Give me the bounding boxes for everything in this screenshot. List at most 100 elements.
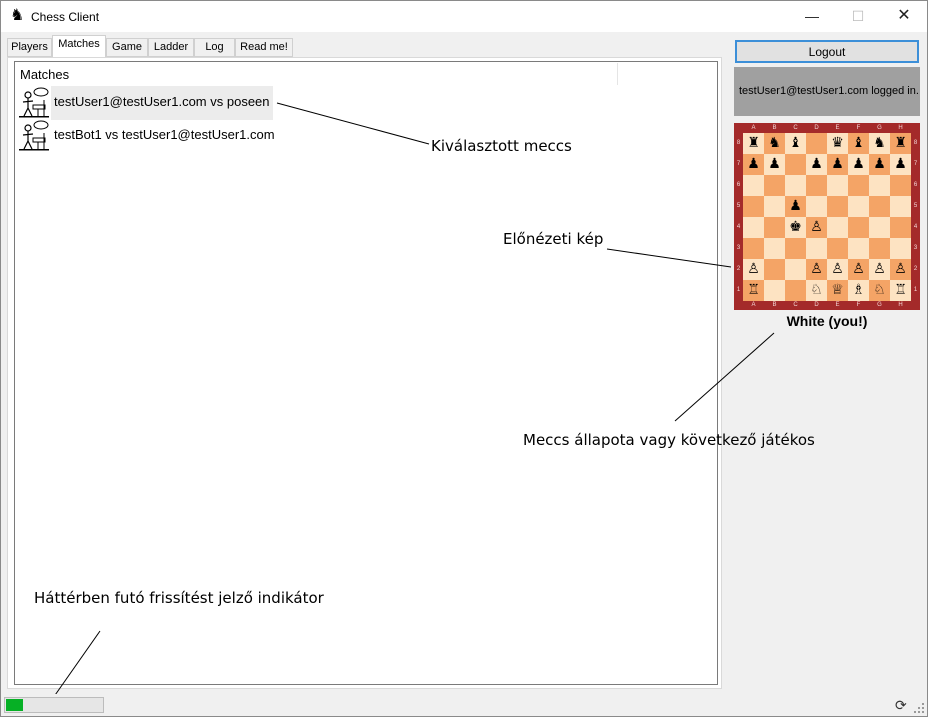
board-square-e8: ♛ [827,133,848,154]
board-square-e4 [827,217,848,238]
rank-label: 7 [736,161,741,167]
board-square-b8: ♞ [764,133,785,154]
rank-label: 2 [913,266,918,272]
tab-players[interactable]: Players [7,38,52,57]
login-status: testUser1@testUser1.com logged in. [734,67,920,116]
board-square-h3 [890,238,911,259]
file-label: C [793,125,798,131]
rank-label: 5 [736,203,741,209]
file-label: B [772,302,777,308]
board-square-g7: ♟ [869,154,890,175]
board-square-g8: ♞ [869,133,890,154]
board-square-e3 [827,238,848,259]
rank-label: 5 [913,203,918,209]
board-square-d2: ♙ [806,259,827,280]
close-button[interactable]: ✕ [881,1,927,32]
rank-label: 4 [736,224,741,230]
minimize-button[interactable]: — [789,1,835,32]
annotation-match-status: Meccs állapota vagy következő játékos [523,431,815,449]
resize-grip-icon[interactable] [913,702,925,714]
match-list-item[interactable]: testBot1 vs testUser1@testUser1.com [18,119,288,153]
board-square-b6 [764,175,785,196]
window-title: Chess Client [31,10,100,24]
board-square-a6 [743,175,764,196]
board-square-h7: ♟ [890,154,911,175]
board-square-b5 [764,196,785,217]
board-square-a7: ♟ [743,154,764,175]
file-label: E [835,302,840,308]
board-square-h5 [890,196,911,217]
refresh-icon[interactable]: ⟳ [895,696,911,714]
file-label: H [898,125,903,131]
file-label: G [877,125,882,131]
tab-matches[interactable]: Matches [52,35,106,57]
board-square-g5 [869,196,890,217]
tab-read-me[interactable]: Read me! [235,38,293,57]
rank-label: 2 [736,266,741,272]
status-bar: ⟳ [1,694,927,716]
board-square-f1: ♗ [848,280,869,301]
board-square-c4: ♚ [785,217,806,238]
board-square-f6 [848,175,869,196]
tab-game[interactable]: Game [106,38,148,57]
board-square-b1 [764,280,785,301]
board-square-c7 [785,154,806,175]
matches-column-header[interactable]: Matches [20,67,69,82]
maximize-button[interactable]: ☐ [835,1,881,32]
board-square-g6 [869,175,890,196]
board-square-f5 [848,196,869,217]
board-square-d6 [806,175,827,196]
rank-label: 7 [913,161,918,167]
board-square-f4 [848,217,869,238]
board-square-g2: ♙ [869,259,890,280]
board-square-d5 [806,196,827,217]
board-square-a5 [743,196,764,217]
tab-log[interactable]: Log [194,38,235,57]
board-square-g4 [869,217,890,238]
board-square-b3 [764,238,785,259]
board-square-c8: ♝ [785,133,806,154]
board-square-c3 [785,238,806,259]
board-square-d7: ♟ [806,154,827,175]
logout-button[interactable]: Logout [735,40,919,63]
board-square-h4 [890,217,911,238]
board-square-d1: ♘ [806,280,827,301]
annotation-refresh-indicator: Háttérben futó frissítést jelző indikáto… [34,589,324,607]
chess-board: ♜ ♞ ♝ ♛ ♝ ♞ ♜ ♟ ♟ ♟ ♟ ♟ ♟ ♟ ♟ ♚ ♙ ♙ ♙ ♙ ♙ ♙ ♙ ♖ ♘ ♕ ♗ ♘ ♖ [743,133,911,301]
file-label: D [814,302,819,308]
board-square-h2: ♙ [890,259,911,280]
board-square-c5: ♟ [785,196,806,217]
board-square-b4 [764,217,785,238]
board-square-a8: ♜ [743,133,764,154]
board-square-f3 [848,238,869,259]
column-divider [617,63,618,85]
rank-label: 8 [736,140,741,146]
match-list-item[interactable]: testUser1@testUser1.com vs poseen [18,86,288,120]
rank-label: 6 [913,182,918,188]
board-square-h6 [890,175,911,196]
board-square-e1: ♕ [827,280,848,301]
board-square-h8: ♜ [890,133,911,154]
board-square-e6 [827,175,848,196]
board-square-c6 [785,175,806,196]
progress-fill [6,699,23,711]
rank-label: 6 [736,182,741,188]
file-label: A [751,302,756,308]
board-square-d8 [806,133,827,154]
board-square-d4: ♙ [806,217,827,238]
rank-label: 1 [736,287,741,293]
board-square-f7: ♟ [848,154,869,175]
chess-players-icon [19,120,49,151]
file-label: H [898,302,903,308]
board-square-e5 [827,196,848,217]
board-square-a3 [743,238,764,259]
tab-ladder[interactable]: Ladder [148,38,194,57]
rank-label: 3 [736,245,741,251]
board-square-f2: ♙ [848,259,869,280]
match-label: testBot1 vs testUser1@testUser1.com [54,127,275,142]
file-label: E [835,125,840,131]
match-label: testUser1@testUser1.com vs poseen [51,86,273,120]
board-square-d3 [806,238,827,259]
board-square-f8: ♝ [848,133,869,154]
rank-label: 1 [913,287,918,293]
